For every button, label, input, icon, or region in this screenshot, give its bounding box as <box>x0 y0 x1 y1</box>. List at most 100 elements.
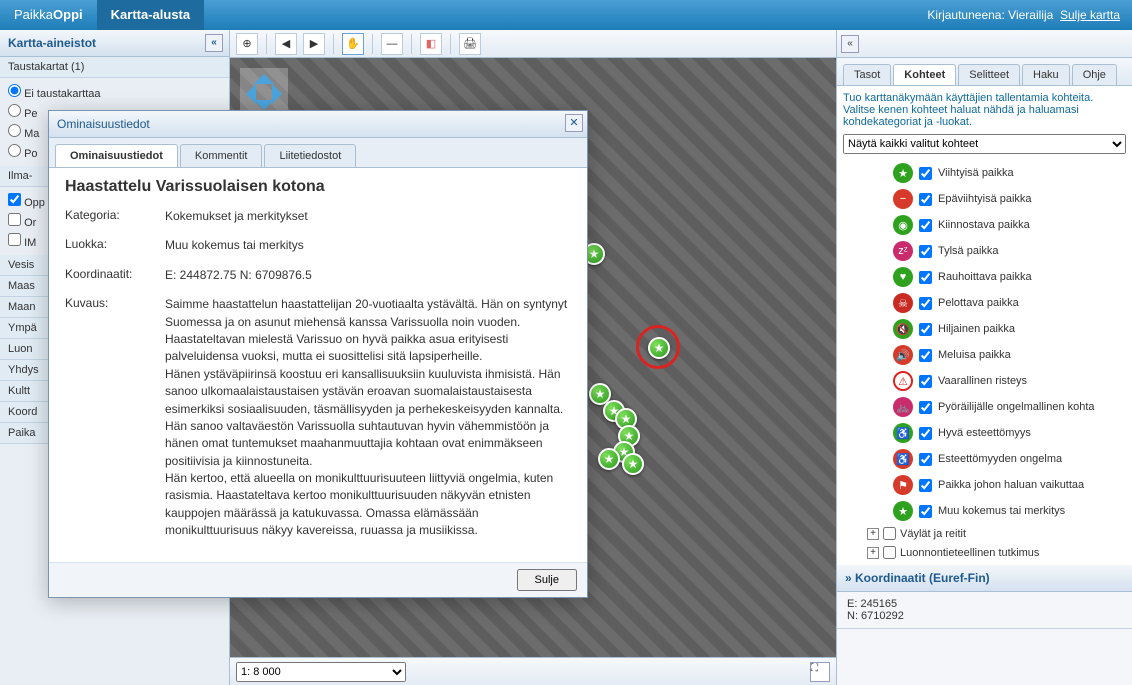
scale-select[interactable]: 1: 8 000 <box>236 662 406 682</box>
maximize-button[interactable]: ⛶ <box>810 662 830 682</box>
tab-kohteet[interactable]: Kohteet <box>893 64 956 85</box>
map-toolbar: ⊕ ◀ ▶ ✋ — ◧ 🖨 <box>230 30 836 58</box>
tool-button[interactable]: ◧ <box>420 33 442 55</box>
basemap-radio[interactable]: Ei taustakarttaa <box>8 82 221 102</box>
category-icon: ♿ <box>893 449 913 469</box>
category-icon: ⚠ <box>893 371 913 391</box>
coord-header[interactable]: » Koordinaatit (Euref-Fin) <box>837 565 1132 592</box>
map-marker[interactable] <box>598 448 620 470</box>
category-item: zᶻTylsä paikka <box>843 238 1126 264</box>
tab-tasot[interactable]: Tasot <box>843 64 891 85</box>
brand: PaikkaOppi <box>0 0 97 30</box>
zoom-extent-button[interactable]: ⊕ <box>236 33 258 55</box>
field-label: Koordinaatit: <box>65 267 165 284</box>
category-item: 🔇Hiljainen paikka <box>843 316 1126 342</box>
category-checkbox[interactable] <box>919 349 932 362</box>
arrow-right-icon: ▶ <box>310 38 318 50</box>
collapse-left-button[interactable]: « <box>205 34 223 52</box>
print-icon: 🖨 <box>463 38 477 50</box>
targets-select[interactable]: Näytä kaikki valitut kohteet <box>843 134 1126 154</box>
category-checkbox[interactable] <box>919 297 932 310</box>
category-icon: ◉ <box>893 215 913 235</box>
coord-values: E: 245165 N: 6710292 <box>837 592 1132 628</box>
properties-dialog: Ominaisuustiedot ✕ OminaisuustiedotKomme… <box>48 110 588 598</box>
category-item: −Epäviihtyisä paikka <box>843 186 1126 212</box>
right-info-text: Tuo karttanäkymään käyttäjien tallentami… <box>843 92 1126 128</box>
dialog-body: Haastattelu Varissuolaisen kotona Katego… <box>49 168 587 562</box>
pan-button[interactable]: ✋ <box>342 33 364 55</box>
category-checkbox[interactable] <box>919 167 932 180</box>
category-icon: 🚲 <box>893 397 913 417</box>
dialog-footer: Sulje <box>49 562 587 597</box>
map-bottom-bar: 1: 8 000 ⛶ <box>230 657 836 685</box>
category-label: Kiinnostava paikka <box>938 219 1030 231</box>
category-label: Muu kokemus tai merkitys <box>938 505 1065 517</box>
field-label: Kategoria: <box>65 208 165 225</box>
history-back-button[interactable]: ◀ <box>275 33 297 55</box>
tree-item: +Luonnontieteellinen tutkimus <box>843 543 1126 562</box>
pan-left-arrow[interactable] <box>236 84 256 104</box>
dialog-tab-0[interactable]: Ominaisuustiedot <box>55 144 178 167</box>
category-checkbox[interactable] <box>919 271 932 284</box>
dialog-title[interactable]: Ominaisuustiedot ✕ <box>49 111 587 138</box>
category-label: Pyöräilijälle ongelmallinen kohta <box>938 401 1095 413</box>
category-item: ♥Rauhoittava paikka <box>843 264 1126 290</box>
dialog-tab-1[interactable]: Kommentit <box>180 144 263 167</box>
category-label: Hyvä esteettömyys <box>938 427 1031 439</box>
category-icon: − <box>893 189 913 209</box>
map-marker[interactable] <box>648 337 670 359</box>
tree-toggle[interactable]: + <box>867 528 879 540</box>
pan-right-arrow[interactable] <box>272 84 292 104</box>
tree-checkbox[interactable] <box>883 546 896 559</box>
category-item: 🚲 Pyöräilijälle ongelmallinen kohta <box>843 394 1126 420</box>
map-marker[interactable] <box>622 453 644 475</box>
close-map-link[interactable]: Sulje kartta <box>1060 8 1120 22</box>
tab-haku[interactable]: Haku <box>1022 64 1070 85</box>
category-item: ♿Hyvä esteettömyys <box>843 420 1126 446</box>
basemaps-header[interactable]: Taustakartat (1) <box>0 57 229 78</box>
collapse-right-button[interactable]: « <box>841 35 859 53</box>
dialog-heading: Haastattelu Varissuolaisen kotona <box>65 178 571 196</box>
field-value: Saimme haastattelun haastattelijan 20-vu… <box>165 296 571 539</box>
print-button[interactable]: 🖨 <box>459 33 481 55</box>
category-checkbox[interactable] <box>919 245 932 258</box>
right-panel: « TasotKohteetSelitteetHakuOhje Tuo kart… <box>836 30 1132 685</box>
category-checkbox[interactable] <box>919 219 932 232</box>
tab-ohje[interactable]: Ohje <box>1072 64 1117 85</box>
category-item: ♿ Esteettömyyden ongelma <box>843 446 1126 472</box>
pan-up-arrow[interactable] <box>254 64 274 84</box>
category-icon: ⚑ <box>893 475 913 495</box>
category-item: ◉ Kiinnostava paikka <box>843 212 1126 238</box>
hand-icon: ✋ <box>346 38 360 50</box>
category-label: Viihtyisä paikka <box>938 167 1014 179</box>
tree-toggle[interactable]: + <box>867 547 879 559</box>
category-checkbox[interactable] <box>919 323 932 336</box>
category-checkbox[interactable] <box>919 479 932 492</box>
category-checkbox[interactable] <box>919 453 932 466</box>
tree-checkbox[interactable] <box>883 527 896 540</box>
category-checkbox[interactable] <box>919 375 932 388</box>
field-value: Muu kokemus tai merkitys <box>165 237 571 254</box>
close-button[interactable]: Sulje <box>517 569 577 591</box>
category-tree: +Väylät ja reitit+Luonnontieteellinen tu… <box>843 524 1126 562</box>
category-label: Esteettömyyden ongelma <box>938 453 1062 465</box>
coord-footer <box>837 628 1132 648</box>
top-bar: PaikkaOppi Kartta-alusta Kirjautuneena: … <box>0 0 1132 30</box>
category-label: Rauhoittava paikka <box>938 271 1032 283</box>
tool-icon: ◧ <box>426 38 436 50</box>
tab-map-platform[interactable]: Kartta-alusta <box>97 0 204 30</box>
close-icon[interactable]: ✕ <box>565 114 583 132</box>
history-fwd-button[interactable]: ▶ <box>303 33 325 55</box>
category-icon: ★ <box>893 163 913 183</box>
category-checkbox[interactable] <box>919 401 932 414</box>
category-checkbox[interactable] <box>919 427 932 440</box>
category-icon: ☠ <box>893 293 913 313</box>
category-checkbox[interactable] <box>919 193 932 206</box>
category-label: Hiljainen paikka <box>938 323 1015 335</box>
category-checkbox[interactable] <box>919 505 932 518</box>
dialog-tab-2[interactable]: Liitetiedostot <box>264 144 356 167</box>
measure-button[interactable]: — <box>381 33 403 55</box>
category-item: ⚑Paikka johon haluan vaikuttaa <box>843 472 1126 498</box>
ruler-icon: — <box>387 38 398 50</box>
tab-selitteet[interactable]: Selitteet <box>958 64 1020 85</box>
